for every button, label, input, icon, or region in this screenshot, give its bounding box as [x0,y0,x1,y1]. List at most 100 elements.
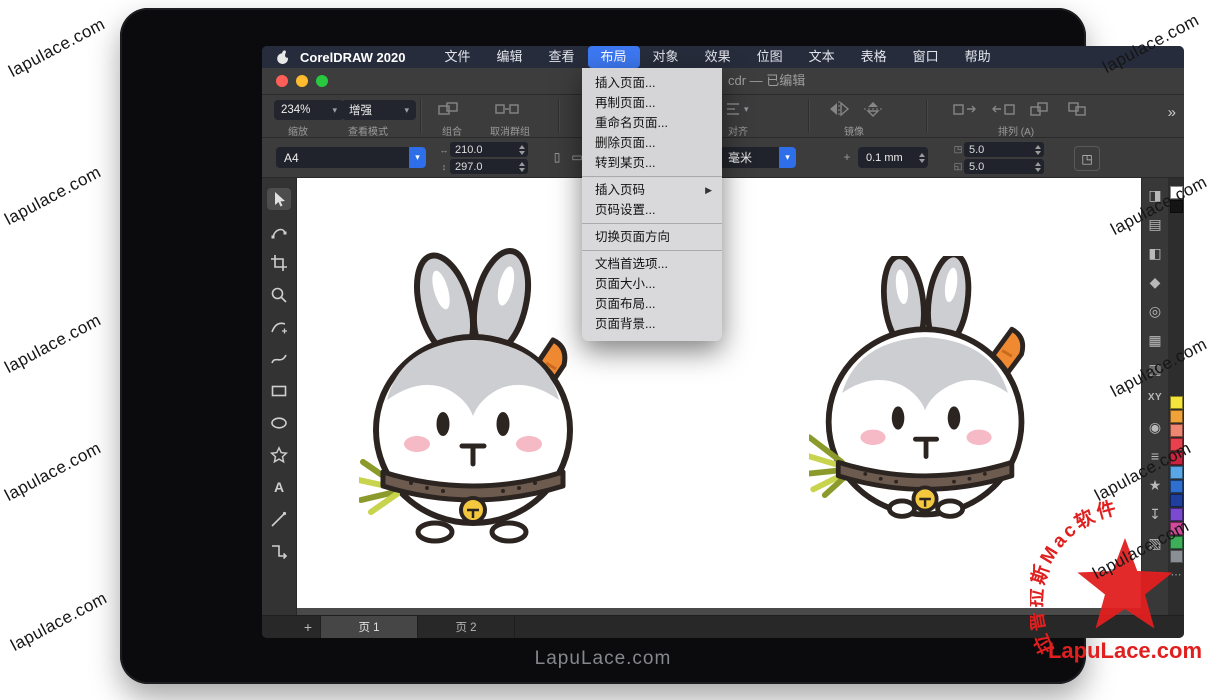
page-width-field[interactable]: ↔ 210.0 [438,142,528,157]
group-label: 组合 [442,123,462,138]
color-styles-docker-icon[interactable]: ◆ [1150,275,1161,289]
app-title: CorelDRAW 2020 [300,50,405,65]
menu-edit[interactable]: 编辑 [484,46,536,68]
minimize-window-button[interactable] [296,75,308,87]
duplicate-y-stepper[interactable] [1035,162,1041,172]
menu-item-document-options[interactable]: 文档首选项... [582,254,722,274]
menu-item-page-number-settings[interactable]: 页码设置... [582,200,722,220]
menu-item-delete-page[interactable]: 删除页面... [582,133,722,153]
menu-file[interactable]: 文件 [431,46,483,68]
menu-separator [582,223,722,224]
menu-table[interactable]: 表格 [848,46,900,68]
freehand-tool[interactable] [267,316,291,338]
find-replace-docker-icon[interactable]: ◉ [1149,420,1161,434]
document-title: cdr — 已编辑 [728,68,805,94]
page-height-stepper[interactable] [519,162,525,172]
menu-bitmap[interactable]: 位图 [744,46,796,68]
toolbox: A [262,178,297,616]
menu-separator [582,250,722,251]
menu-item-rename-page[interactable]: 重命名页面... [582,113,722,133]
text-tool[interactable]: A [267,476,291,498]
palette-color-swatch[interactable] [1170,410,1183,423]
zoom-tool[interactable] [267,284,291,306]
align-label: 对齐 [728,123,748,138]
connector-tool[interactable] [267,540,291,562]
watermark-text: lapulace.com [2,438,105,506]
comments-docker-icon[interactable]: ◧ [1148,246,1161,260]
coordinates-docker-icon[interactable]: XY [1148,391,1162,405]
menu-item-insert-page[interactable]: 插入页面... [582,73,722,93]
palette-color-swatch[interactable] [1170,396,1183,409]
view-mode-dropdown[interactable]: 增强 ▾ [342,100,416,120]
menu-item-duplicate-page[interactable]: 再制页面... [582,93,722,113]
menu-item-page-background[interactable]: 页面背景... [582,314,722,334]
symbols-docker-icon[interactable]: ★ [1149,478,1162,492]
titlebar: cdr — 已编辑 [262,68,1184,95]
ungroup-label: 取消群组 [490,123,530,138]
arrange-back-button[interactable] [988,99,1018,122]
layout-menu-dropdown: 插入页面... 再制页面... 重命名页面... 删除页面... 转到某页...… [582,68,722,341]
menu-object[interactable]: 对象 [640,46,692,68]
apple-icon[interactable] [276,50,290,65]
page-height-value: 297.0 [455,161,483,173]
svg-text:A: A [274,479,284,495]
page-width-stepper[interactable] [519,145,525,155]
mirror-vertical-button[interactable] [860,99,886,122]
nudge-stepper[interactable] [919,153,925,163]
arrange-backward-button[interactable] [1064,99,1094,122]
close-window-button[interactable] [276,75,288,87]
menu-help[interactable]: 帮助 [952,46,1004,68]
line-tool[interactable] [267,508,291,530]
zoom-level-dropdown[interactable]: 234% ▾ [274,100,344,120]
crop-tool[interactable] [267,252,291,274]
units-dropdown[interactable]: 毫米 ▾ [720,147,796,168]
menu-layout[interactable]: 布局 [588,46,640,68]
palette-color-swatch[interactable] [1170,480,1183,493]
menu-item-page-size[interactable]: 页面大小... [582,274,722,294]
page-tab-2[interactable]: 页 2 [418,616,515,638]
ellipse-tool[interactable] [267,412,291,434]
menu-text[interactable]: 文本 [796,46,848,68]
group-objects-button[interactable] [436,99,462,122]
add-page-button[interactable]: + [296,616,321,638]
toolbar-overflow-button[interactable]: » [1168,104,1176,121]
artistic-media-tool[interactable] [267,348,291,370]
transform-docker-icon[interactable]: ▦ [1148,333,1161,347]
mirror-horizontal-button[interactable] [826,99,852,122]
nudge-distance-field[interactable]: 0.1 mm [858,147,928,168]
property-bar: A4 ▾ ↔ 210.0 ↕ 297.0 ▯ ▭ 毫米 ▾ + 0.1 [262,138,1184,178]
duplicate-x-value: 5.0 [969,144,984,156]
menu-item-page-layout[interactable]: 页面布局... [582,294,722,314]
effects-docker-icon[interactable]: ◎ [1149,304,1161,318]
pick-tool[interactable] [267,188,291,210]
arrange-front-button[interactable] [950,99,980,122]
align-distribute-button[interactable] [724,99,744,122]
treat-as-filled-button[interactable]: ◳ [1074,146,1100,171]
duplicate-x-stepper[interactable] [1035,145,1041,155]
rabbit-drawing-left [359,248,591,544]
portrait-orientation-button[interactable]: ▯ [548,147,566,167]
page-tab-1[interactable]: 页 1 [321,616,418,638]
menu-view[interactable]: 查看 [536,46,588,68]
duplicate-x-field[interactable]: ◳ 5.0 [952,142,1044,157]
menu-item-insert-page-number[interactable]: 插入页码 ▶ [582,180,722,200]
menu-item-switch-page-orientation[interactable]: 切换页面方向 [582,227,722,247]
watermark-text: lapulace.com [2,162,105,230]
menu-window[interactable]: 窗口 [900,46,952,68]
menu-item-go-to-page[interactable]: 转到某页... [582,153,722,173]
arrange-forward-button[interactable] [1026,99,1056,122]
rabbit-drawing-right [809,256,1045,526]
palette-color-swatch[interactable] [1170,424,1183,437]
polygon-tool[interactable] [267,444,291,466]
zoom-window-button[interactable] [316,75,328,87]
mirror-label: 镜像 [844,123,864,138]
menu-effects[interactable]: 效果 [692,46,744,68]
rectangle-tool[interactable] [267,380,291,402]
page-size-dropdown[interactable]: A4 ▾ [276,147,426,168]
shape-tool[interactable] [267,220,291,242]
menu-separator [582,176,722,177]
page-height-field[interactable]: ↕ 297.0 [438,159,528,174]
duplicate-y-field[interactable]: ◱ 5.0 [952,159,1044,174]
arrange-label: 排列 (A) [998,123,1034,138]
ungroup-objects-button[interactable] [494,99,520,122]
